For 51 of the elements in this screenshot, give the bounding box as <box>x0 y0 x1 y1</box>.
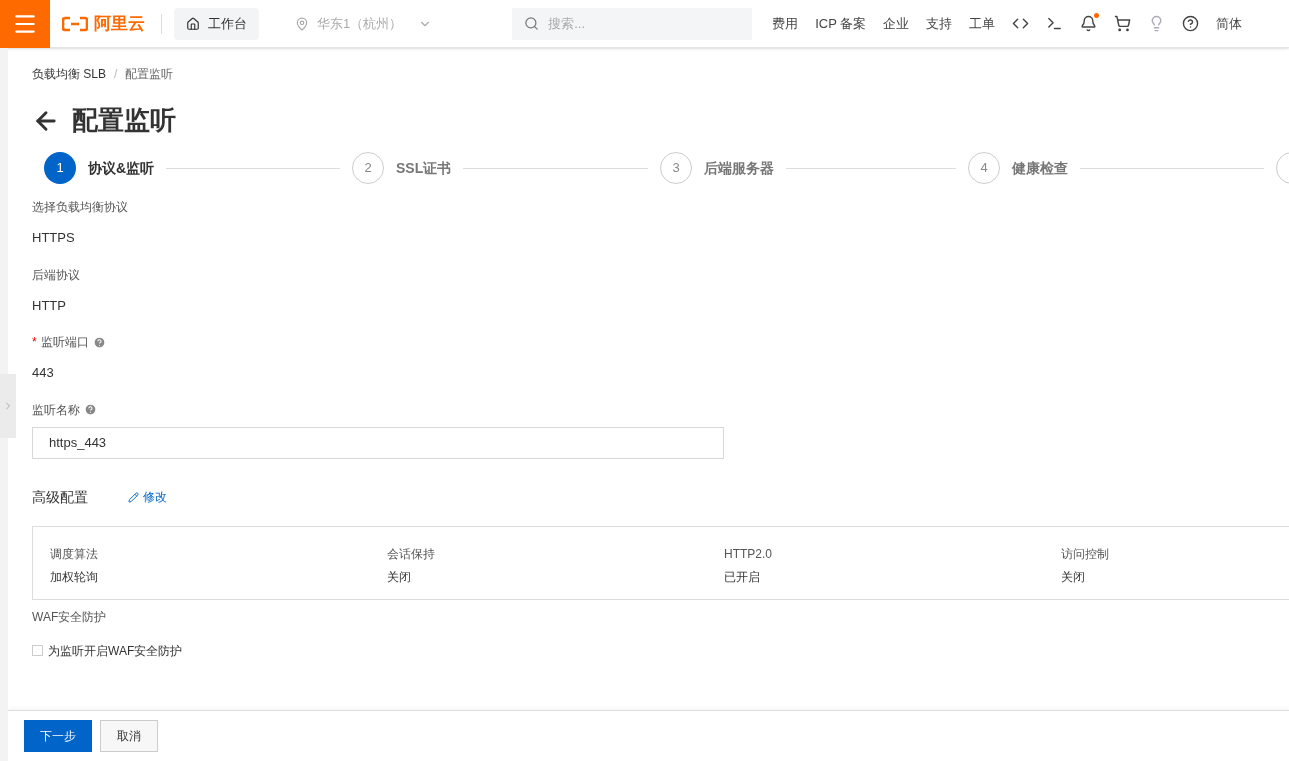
sidebar-toggle[interactable] <box>0 374 16 438</box>
section-title: 高级配置 <box>32 487 89 507</box>
step-label[interactable]: SSL证书 <box>396 157 452 179</box>
cancel-button[interactable]: 取消 <box>100 720 158 752</box>
search-icon <box>524 15 540 31</box>
nav-link[interactable]: ICP 备案 <box>815 13 867 34</box>
field-label: 监听名称 <box>32 401 80 419</box>
step-label[interactable]: 后端服务器 <box>704 157 774 179</box>
language-link[interactable]: 简体 <box>1216 13 1243 34</box>
config-value: 已开启 <box>724 568 761 586</box>
step-label[interactable]: 健康检查 <box>1012 157 1068 179</box>
step-label[interactable]: 协议&监听 <box>88 157 155 179</box>
search-field[interactable]: 搜索... <box>512 7 753 40</box>
input-field[interactable]: https_443 <box>32 426 724 459</box>
step-number: 1 <box>44 152 76 184</box>
breadcrumb-link[interactable]: 负载均衡 SLB <box>32 65 106 83</box>
config-value: 关闭 <box>387 568 412 586</box>
breadcrumb-link[interactable]: 配置监听 <box>125 65 174 83</box>
field-value: 443 <box>32 364 55 382</box>
notification-button[interactable] <box>1080 15 1098 32</box>
required-mark: * <box>32 334 37 351</box>
config-label: 访问控制 <box>1061 545 1110 563</box>
config-label: 调度算法 <box>50 545 99 563</box>
terminal-icon[interactable] <box>1046 15 1064 32</box>
field-value: HTTP <box>32 296 67 315</box>
field-label: 监听端口 <box>40 334 89 351</box>
config-value: 加权轮询 <box>50 568 99 586</box>
field-label: 后端协议 <box>32 266 80 284</box>
nav-link[interactable]: 支持 <box>926 13 953 34</box>
workbench-button[interactable]: 工作台 <box>174 7 259 40</box>
config-label: HTTP2.0 <box>724 545 773 563</box>
location-pin-icon <box>295 16 309 31</box>
field-label: 选择负载均衡协议 <box>32 199 128 216</box>
field-value: HTTPS <box>32 229 76 247</box>
waf-checkbox[interactable]: 为监听开启WAF安全防护 <box>32 641 183 660</box>
nav-link[interactable]: 企业 <box>883 13 910 34</box>
edit-link[interactable]: 修改 <box>128 488 167 506</box>
home-icon <box>186 16 200 31</box>
nav-link[interactable]: 费用 <box>772 13 799 34</box>
config-label: 会话保持 <box>387 545 436 563</box>
breadcrumb-separator: / <box>114 66 118 83</box>
nav-link[interactable]: 工单 <box>969 13 996 34</box>
help-icon[interactable] <box>1182 15 1200 32</box>
cart-icon[interactable] <box>1114 15 1132 32</box>
page-title: 配置监听 <box>72 104 176 137</box>
logo-icon <box>62 15 88 32</box>
section-title: WAF安全防护 <box>32 608 108 626</box>
config-value: 关闭 <box>1061 568 1086 586</box>
menu-button[interactable] <box>0 0 50 48</box>
next-button[interactable]: 下一步 <box>24 720 92 752</box>
pencil-icon <box>128 491 139 503</box>
